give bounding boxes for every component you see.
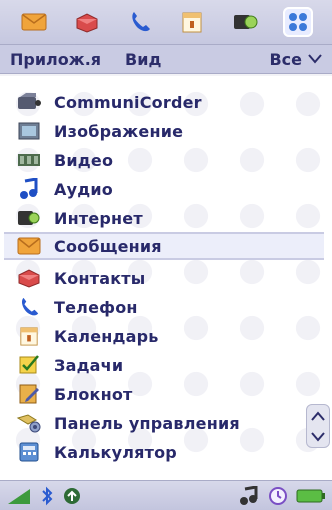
- list-item[interactable]: Изображение: [16, 117, 183, 145]
- phone-screen: Прилож.я Вид Все CommuniCorder Изображен…: [0, 0, 332, 510]
- list-item[interactable]: Аудио: [16, 175, 113, 203]
- messages-icon: [16, 235, 42, 257]
- apps-grid-icon[interactable]: [282, 7, 313, 37]
- battery-icon: [296, 489, 325, 502]
- contacts-icon: [16, 267, 42, 289]
- list-item[interactable]: Панель управления: [16, 409, 240, 437]
- status-bar: [0, 480, 332, 510]
- view-menu[interactable]: Вид: [125, 50, 161, 69]
- list-item[interactable]: Интернет: [16, 204, 143, 232]
- scroll-up-icon[interactable]: [311, 410, 325, 421]
- list-item-selected[interactable]: Сообщения: [4, 232, 324, 260]
- bluetooth-icon: [42, 486, 53, 505]
- list-item[interactable]: Задачи: [16, 351, 123, 379]
- list-item-label: Задачи: [54, 355, 124, 375]
- list-item-label: Блокнот: [54, 384, 133, 404]
- filter-dropdown[interactable]: Все: [269, 50, 322, 69]
- list-item[interactable]: Календарь: [16, 322, 159, 350]
- list-item-label: Изображение: [54, 121, 184, 141]
- app-list: CommuniCorder Изображение Видео Аудио Ин: [0, 76, 332, 480]
- list-item-label: Календарь: [54, 326, 159, 346]
- clock-icon[interactable]: [268, 486, 288, 506]
- communicorder-icon: [16, 91, 42, 113]
- filter-label: Все: [269, 49, 302, 69]
- messages-icon[interactable]: [19, 7, 49, 37]
- list-item[interactable]: Контакты: [16, 264, 145, 292]
- phone-icon[interactable]: [125, 7, 155, 37]
- notepad-icon: [16, 383, 42, 405]
- list-item-label: Калькулятор: [54, 442, 177, 462]
- scroll-control[interactable]: [306, 404, 330, 448]
- list-item[interactable]: Видео: [16, 146, 113, 174]
- apps-menu[interactable]: Прилож.я: [10, 50, 101, 69]
- music-icon[interactable]: [238, 485, 260, 506]
- signal-strength-icon: [8, 488, 30, 504]
- top-app-bar: [0, 0, 332, 44]
- internet-icon[interactable]: [230, 7, 260, 37]
- list-item-label: Видео: [54, 150, 114, 170]
- audio-icon: [16, 178, 42, 200]
- contacts-icon[interactable]: [72, 7, 102, 37]
- calendar-icon: [16, 325, 42, 347]
- gprs-icon: [64, 487, 80, 504]
- image-icon: [16, 120, 42, 142]
- list-item-label: Интернет: [54, 208, 143, 228]
- chevron-down-icon: [308, 54, 322, 64]
- calculator-icon: [16, 441, 42, 463]
- list-item[interactable]: Калькулятор: [16, 438, 177, 466]
- list-item-label: Телефон: [54, 297, 138, 317]
- control-panel-icon: [16, 412, 42, 434]
- internet-icon: [16, 207, 42, 229]
- list-item-label: CommuniCorder: [54, 92, 202, 112]
- video-icon: [16, 149, 42, 171]
- list-item-label: Аудио: [54, 179, 113, 199]
- tasks-icon: [16, 354, 42, 376]
- list-item[interactable]: CommuniCorder: [16, 88, 202, 116]
- calendar-icon[interactable]: [177, 7, 207, 37]
- list-item-label: Контакты: [54, 268, 146, 288]
- menu-bar: Прилож.я Вид Все: [0, 44, 332, 74]
- list-item[interactable]: Телефон: [16, 293, 138, 321]
- list-item[interactable]: Блокнот: [16, 380, 133, 408]
- list-item-label: Панель управления: [54, 413, 240, 433]
- list-item-label: Сообщения: [54, 236, 162, 256]
- scroll-down-icon[interactable]: [311, 431, 325, 442]
- phone-icon: [16, 296, 42, 318]
